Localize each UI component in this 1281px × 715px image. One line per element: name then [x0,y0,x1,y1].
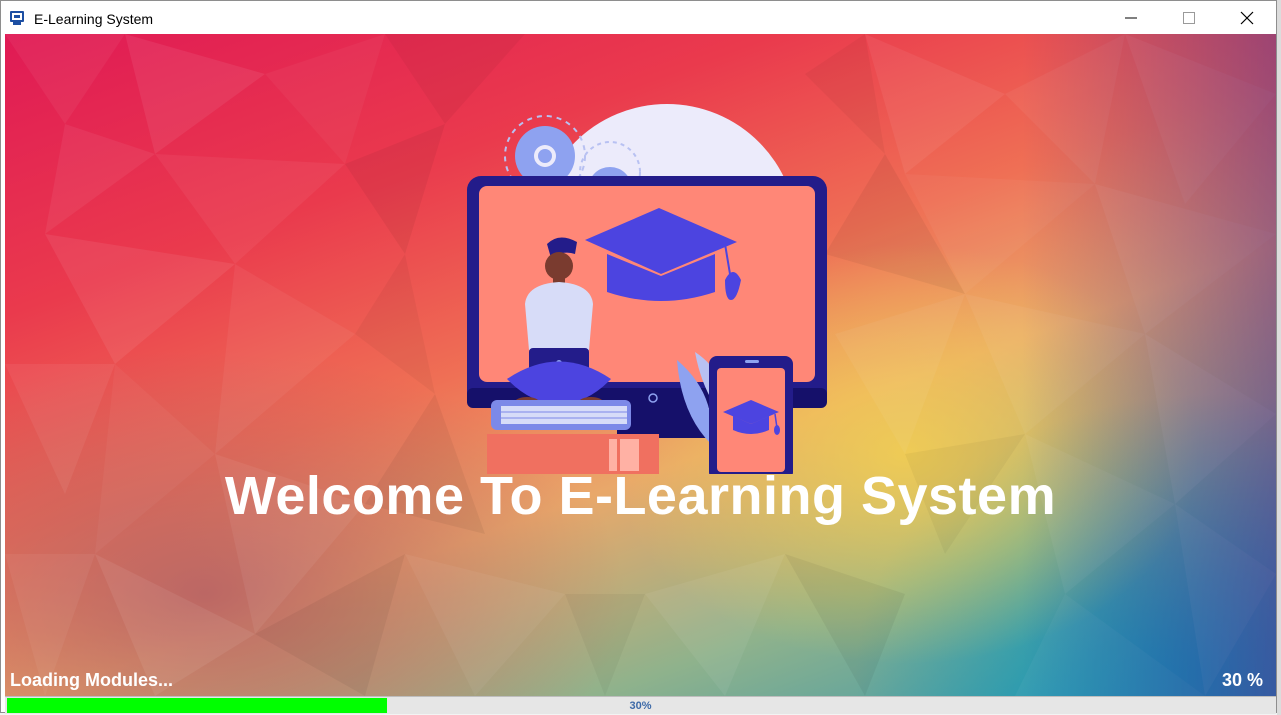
desktop-edge [1277,0,1281,715]
minimize-icon [1125,17,1137,19]
progress-label: 30% [629,700,652,712]
splash-background: Welcome To E-Learning System Loading Mod… [5,34,1276,696]
app-window: E-Learning System Welcome To E-Learning … [0,0,1277,714]
tablet-icon [709,356,793,474]
maximize-button[interactable] [1160,1,1218,34]
welcome-heading: Welcome To E-Learning System [224,466,1057,526]
loading-percent: 30 % [1221,670,1263,690]
window-title: E-Learning System [34,11,154,27]
minimize-button[interactable] [1102,1,1160,34]
close-button[interactable] [1218,1,1276,34]
maximize-icon [1183,12,1195,24]
e-learning-illustration [467,104,827,474]
loading-status: Loading Modules... [10,670,173,690]
app-icon [10,11,24,25]
close-icon [1240,11,1254,25]
progress-bar: 30% [5,696,1276,714]
title-bar[interactable]: E-Learning System [1,1,1276,34]
